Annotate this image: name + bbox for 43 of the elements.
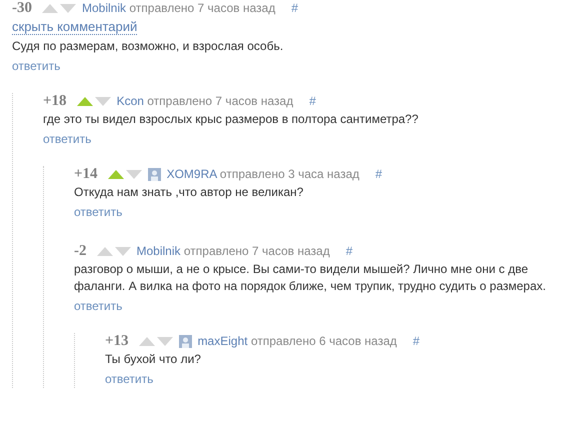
comment-text: где это ты видел взрослых крыс размеров в полтора сантиметра?? — [43, 111, 420, 128]
comment-text: Ты бухой что ли? — [105, 351, 202, 368]
author-link[interactable]: Mobilnik — [136, 244, 181, 258]
author-link[interactable]: XOM9RA — [166, 167, 217, 181]
comment-text: разговор о мыши, а не о крысе. Вы сами-то видели мышей? Лично мне они с две фаланги. А вилка на фото на порядок ближе, чем трупик, трудно судить о размерах. — [74, 261, 547, 295]
downvote-icon[interactable] — [156, 336, 173, 346]
reply-link[interactable]: ответить — [74, 205, 122, 219]
reply-link[interactable]: ответить — [12, 59, 60, 73]
avatar-icon — [178, 334, 192, 348]
comment-text: Откуда нам знать ,что автор не великан? — [74, 184, 304, 201]
upvote-icon[interactable] — [138, 336, 155, 346]
comment-time: отправлено 3 часа назад — [220, 167, 360, 181]
reply-link[interactable]: ответить — [43, 132, 92, 146]
upvote-icon[interactable] — [108, 170, 124, 178]
downvote-icon[interactable] — [60, 4, 76, 12]
comment-time: отправлено 7 часов назад — [184, 244, 330, 258]
reply-link[interactable]: ответить — [74, 299, 122, 313]
downvote-icon[interactable] — [126, 170, 142, 178]
permalink[interactable]: # — [375, 165, 382, 183]
comment-score: +13 — [105, 334, 129, 348]
comment-score: +18 — [43, 94, 67, 108]
comment-time: отправлено 7 часов назад — [129, 1, 276, 15]
reply-link[interactable]: ответить — [105, 372, 154, 386]
upvote-icon[interactable] — [76, 96, 93, 106]
comment-score: +14 — [74, 166, 98, 182]
hide-comment-link[interactable]: скрыть комментарий — [12, 19, 138, 35]
comment-score: -2 — [74, 244, 86, 258]
upvote-icon[interactable] — [42, 4, 58, 12]
downvote-icon[interactable] — [94, 96, 111, 106]
upvote-icon[interactable] — [96, 246, 112, 256]
author-link[interactable]: Kcon — [116, 94, 144, 108]
downvote-icon[interactable] — [114, 246, 130, 256]
comment-score: -30 — [12, 0, 32, 16]
permalink[interactable]: # — [412, 332, 420, 350]
comment-time: отправлено 7 часов назад — [147, 94, 294, 108]
permalink[interactable]: # — [291, 0, 298, 17]
permalink[interactable]: # — [309, 92, 316, 110]
avatar-icon — [148, 168, 161, 180]
permalink[interactable]: # — [346, 242, 353, 260]
comment-time: отправлено 6 часов назад — [250, 334, 397, 348]
comment-text: Судя по размерам, возможно, и взрослая особь. — [12, 38, 284, 55]
author-link[interactable]: maxEight — [198, 334, 248, 348]
author-link[interactable]: Mobilnik — [82, 1, 126, 15]
